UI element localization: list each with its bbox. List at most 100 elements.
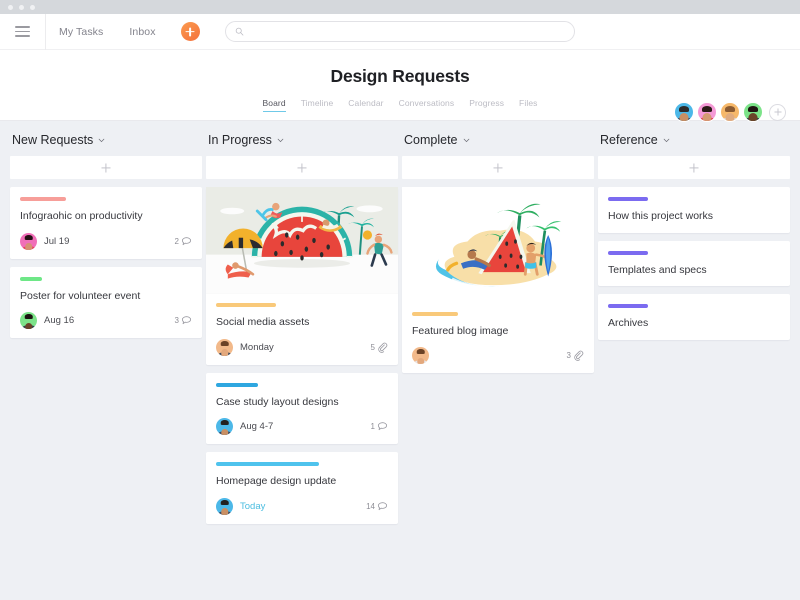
board-column: New Requests Infograohic on productivity… [8, 133, 204, 600]
avatar[interactable] [720, 102, 740, 122]
tab-board[interactable]: Board [262, 98, 286, 112]
island-watermelon-illustration [402, 187, 594, 303]
tab-timeline[interactable]: Timeline [301, 98, 334, 112]
card-footer: Monday 5 [206, 338, 398, 356]
search-input[interactable] [250, 26, 550, 37]
avatar[interactable] [216, 418, 233, 436]
comment-icon [377, 422, 388, 431]
chevron-down-icon [98, 138, 105, 142]
window-title-bar [0, 0, 800, 14]
card-meta: 5 [371, 342, 388, 353]
card-due-date[interactable]: Jul 19 [44, 236, 69, 247]
board-card[interactable]: Featured blog image 3 [402, 187, 594, 374]
chevron-down-icon [463, 138, 469, 142]
column-header[interactable]: In Progress [206, 133, 398, 156]
window-dot-close[interactable] [8, 4, 13, 10]
search-icon [235, 27, 244, 36]
card-meta-count: 2 [174, 236, 179, 246]
avatar[interactable] [216, 497, 233, 515]
board-card[interactable]: Templates and specs [598, 240, 790, 287]
board-column: Complete Featured blog image 3 [400, 133, 596, 600]
board-card[interactable]: Case study layout designs Aug 4-7 1 [206, 372, 398, 445]
avatar[interactable] [20, 312, 37, 330]
board-column: Reference How this project works Template… [596, 133, 792, 600]
window-dot-maximize[interactable] [30, 4, 35, 10]
kanban-board: New Requests Infograohic on productivity… [0, 121, 800, 600]
board-card[interactable]: Archives [598, 294, 790, 340]
card-footer: Aug 16 3 [20, 312, 192, 330]
quick-add-button[interactable] [180, 22, 200, 41]
column-title: Complete [404, 133, 458, 147]
avatar[interactable] [674, 102, 694, 122]
search-bar[interactable] [225, 21, 575, 42]
card-title: Poster for volunteer event [20, 289, 141, 302]
tab-conversations[interactable]: Conversations [399, 98, 455, 112]
tab-progress[interactable]: Progress [469, 98, 504, 112]
card-title: Templates and specs [608, 263, 707, 276]
board-card[interactable]: Poster for volunteer event Aug 16 3 [10, 266, 202, 339]
card-title: Homepage design update [216, 475, 337, 488]
add-card-button[interactable] [10, 156, 202, 179]
column-title: New Requests [12, 133, 94, 147]
column-header[interactable]: Reference [598, 133, 790, 156]
add-member-button[interactable] [769, 103, 786, 121]
card-tag [608, 197, 648, 201]
card-meta-count: 1 [370, 422, 375, 432]
card-title: Social media assets [216, 315, 310, 328]
card-tag [216, 462, 319, 467]
comment-icon [181, 236, 192, 245]
card-meta-count: 14 [366, 501, 375, 511]
column-title: Reference [600, 133, 658, 147]
add-card-button[interactable] [598, 156, 790, 179]
card-meta: 2 [175, 236, 192, 247]
attachment-icon [574, 350, 584, 362]
avatar[interactable] [697, 102, 717, 122]
board-card[interactable]: How this project works [598, 187, 790, 233]
card-meta-count: 5 [370, 342, 375, 352]
card-title: Infograohic on productivity [20, 210, 143, 222]
card-due-date[interactable]: Aug 16 [44, 315, 74, 326]
comment-icon [181, 316, 192, 325]
card-due-date[interactable]: Monday [240, 342, 274, 353]
column-title: In Progress [208, 133, 272, 147]
card-footer: Today 14 [216, 497, 388, 515]
card-title: How this project works [608, 210, 714, 222]
board-card[interactable]: Social media assets Monday 5 [206, 187, 398, 365]
card-title: Archives [608, 317, 649, 330]
column-header[interactable]: New Requests [10, 133, 202, 156]
card-due-date[interactable]: Aug 4-7 [240, 421, 273, 432]
card-meta-count: 3 [566, 351, 571, 361]
column-header[interactable]: Complete [402, 133, 594, 156]
avatar[interactable] [743, 102, 763, 122]
card-tag [608, 250, 648, 255]
hamburger-menu-icon[interactable] [0, 13, 46, 50]
tab-calendar[interactable]: Calendar [348, 98, 383, 112]
add-card-button[interactable] [402, 156, 594, 179]
project-header: Design Requests Board Timeline Calendar … [0, 50, 800, 122]
project-members [674, 102, 786, 122]
card-meta: 3 [175, 315, 192, 326]
attachment-icon [378, 342, 388, 353]
card-tag [20, 197, 66, 201]
plus-icon [690, 163, 699, 172]
card-due-date[interactable]: Today [240, 501, 265, 512]
add-card-button[interactable] [206, 156, 398, 179]
plus-icon [102, 163, 111, 172]
card-meta: 1 [371, 421, 388, 432]
comment-icon [377, 502, 388, 510]
board-card[interactable]: Infograohic on productivity Jul 19 2 [10, 187, 202, 259]
tab-files[interactable]: Files [519, 98, 537, 112]
card-tag [20, 276, 42, 281]
nav-item-inbox[interactable]: Inbox [116, 26, 168, 38]
card-title: Featured blog image [412, 324, 509, 337]
card-meta: 14 [366, 501, 388, 512]
nav-item-my-tasks[interactable]: My Tasks [46, 26, 116, 38]
card-tag [412, 311, 458, 316]
avatar[interactable] [216, 338, 233, 356]
window-dot-minimize[interactable] [19, 4, 24, 10]
board-column: In Progress Social media assets Monday 5… [204, 133, 400, 600]
avatar[interactable] [20, 232, 37, 250]
card-tag [216, 302, 276, 307]
board-card[interactable]: Homepage design update Today 14 [206, 452, 398, 524]
avatar[interactable] [412, 347, 429, 365]
